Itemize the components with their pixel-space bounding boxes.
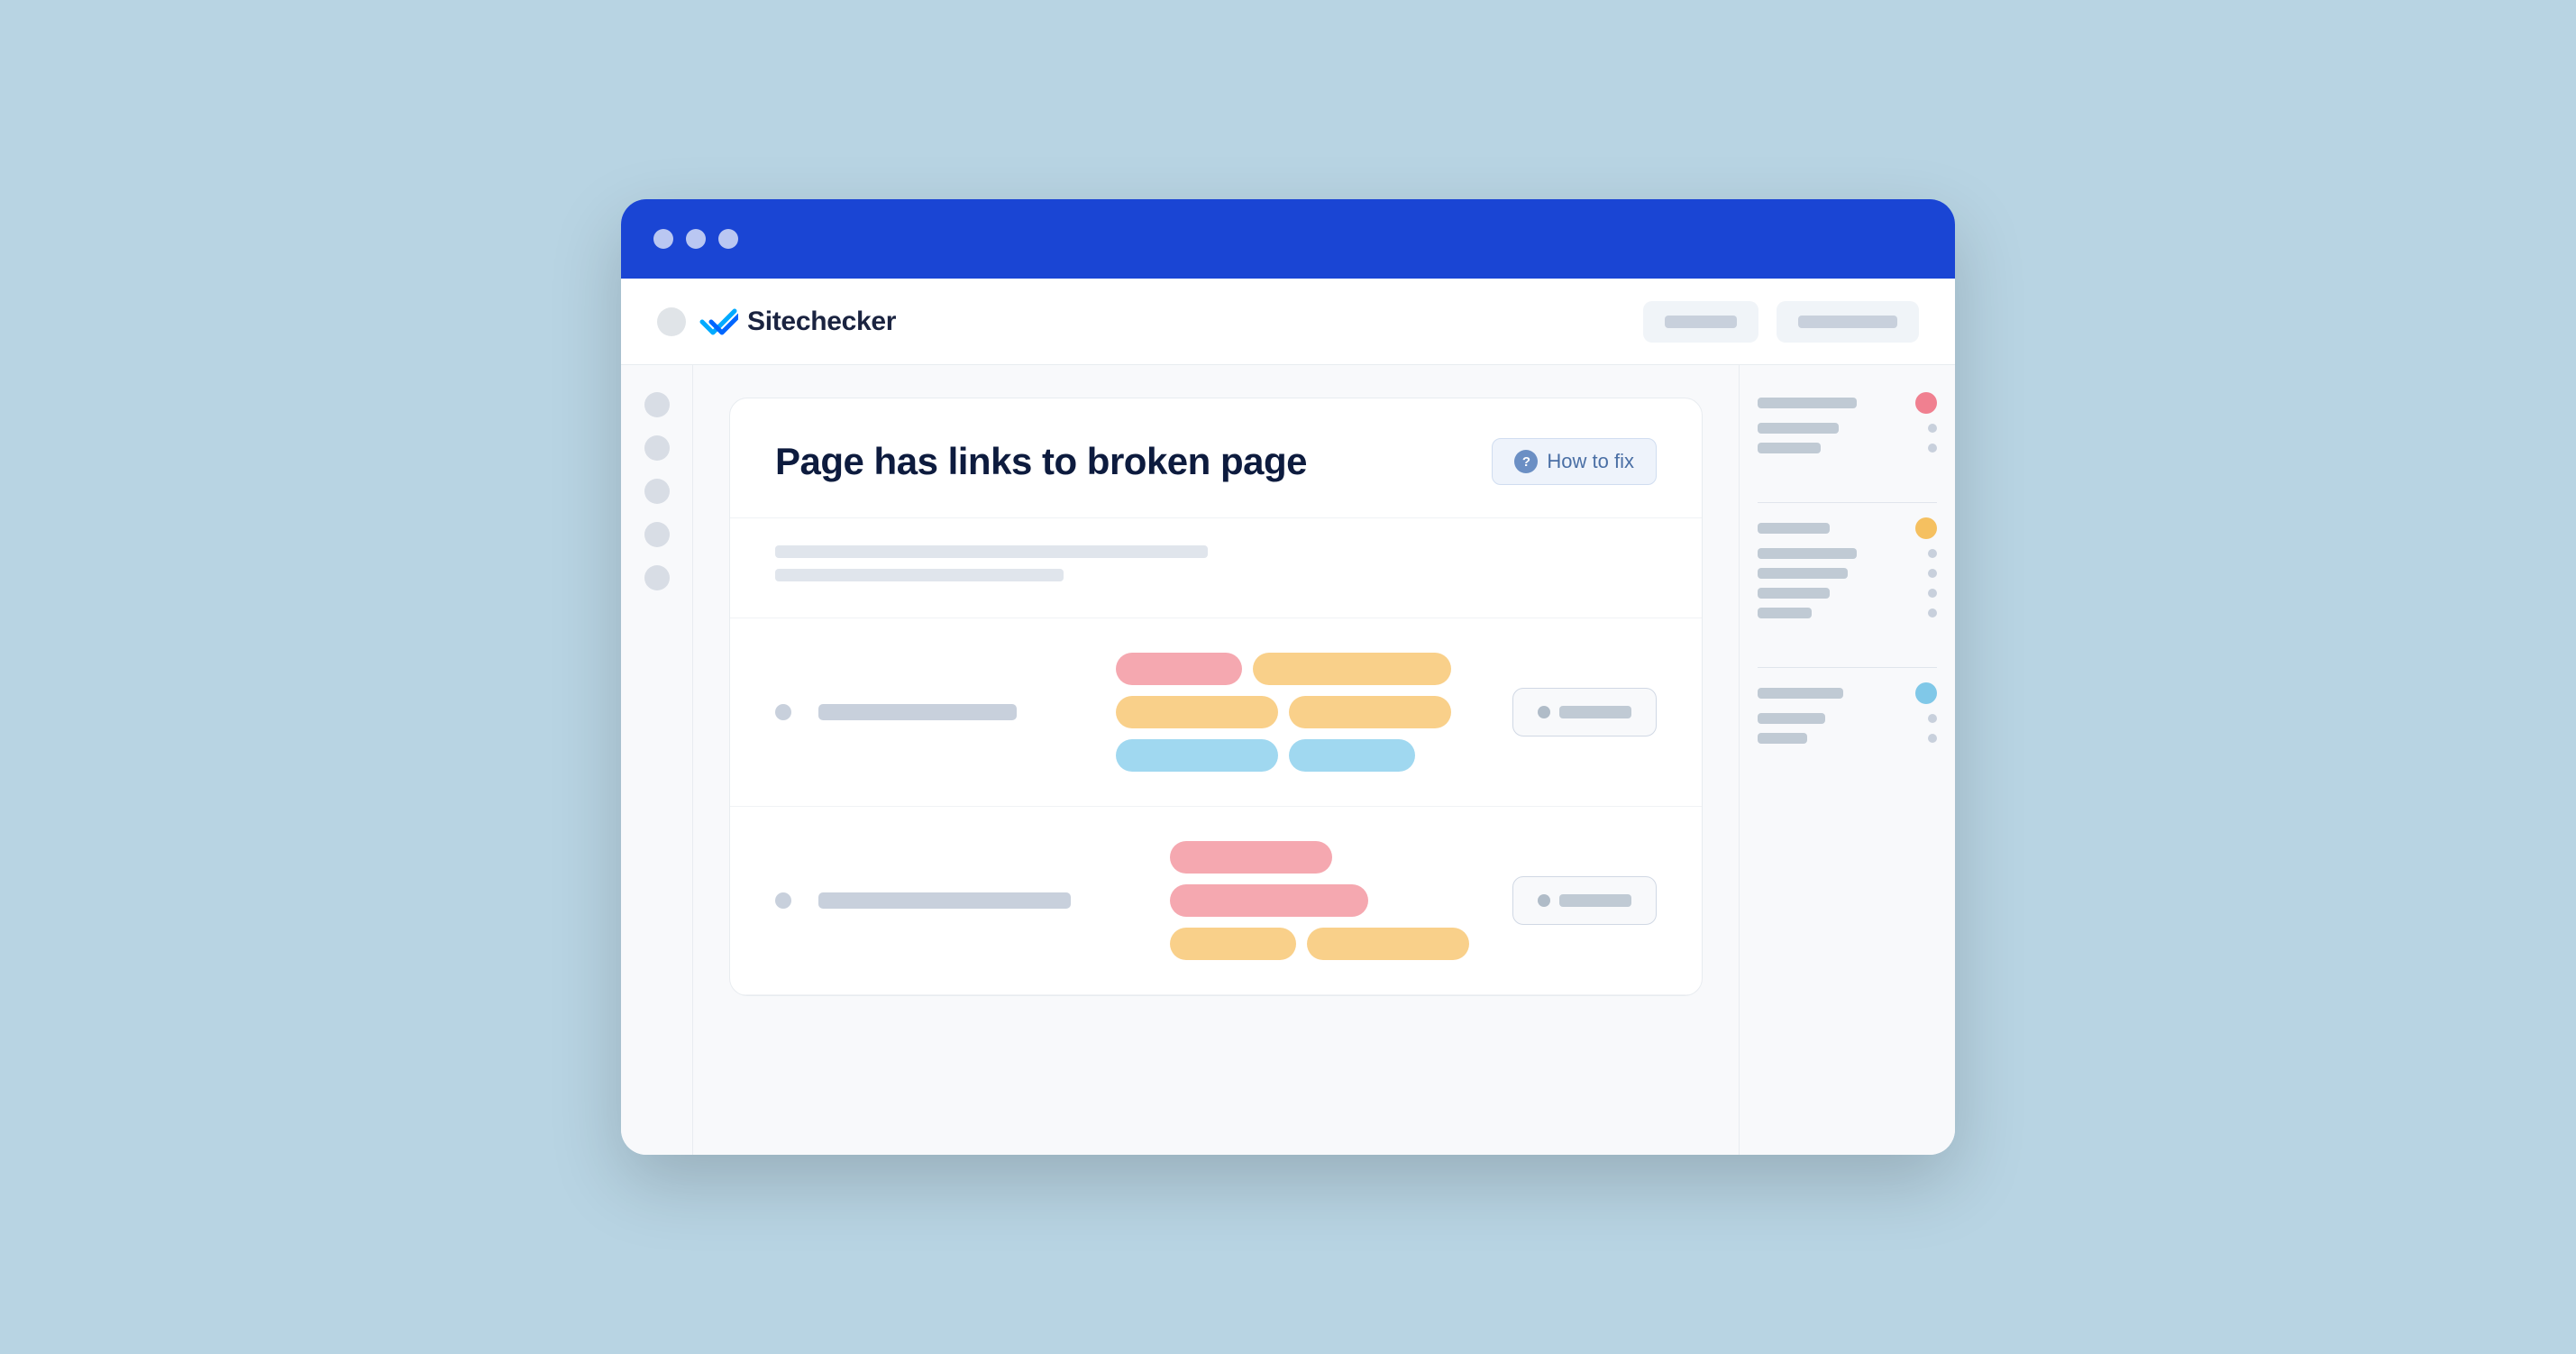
right-sidebar bbox=[1739, 365, 1955, 1155]
sidebar-dot-2-3 bbox=[1928, 569, 1937, 578]
logo-text: Sitechecker bbox=[747, 306, 896, 337]
sidebar-dot-3-3 bbox=[1928, 734, 1937, 743]
sidebar-divider-1 bbox=[1758, 502, 1937, 503]
left-sidebar bbox=[621, 365, 693, 1155]
sidebar-nav-item-4[interactable] bbox=[644, 522, 670, 547]
sidebar-row-1-3 bbox=[1758, 443, 1937, 453]
table-row-2 bbox=[730, 807, 1702, 995]
sidebar-row-2-4 bbox=[1758, 588, 1937, 599]
app-bar-btn2[interactable] bbox=[1777, 301, 1919, 343]
tag-orange-1 bbox=[1253, 653, 1451, 685]
sidebar-row-2-1 bbox=[1758, 517, 1937, 539]
checkmark-icon bbox=[699, 306, 738, 338]
sidebar-bar-3-1 bbox=[1758, 688, 1843, 699]
row-bullet-2 bbox=[775, 892, 791, 909]
btn1-bar bbox=[1665, 316, 1737, 328]
sidebar-badge-orange bbox=[1915, 517, 1937, 539]
sidebar-divider-2 bbox=[1758, 667, 1937, 668]
table-row bbox=[730, 618, 1702, 807]
sidebar-bar-3-2 bbox=[1758, 713, 1825, 724]
sidebar-dot-2-4 bbox=[1928, 589, 1937, 598]
content-area: Page has links to broken page ? How to f… bbox=[693, 365, 1739, 1155]
sidebar-bar-2-2 bbox=[1758, 548, 1857, 559]
sidebar-bar-2-3 bbox=[1758, 568, 1848, 579]
card-title: Page has links to broken page bbox=[775, 440, 1307, 483]
sidebar-bar-1-1 bbox=[1758, 398, 1857, 408]
tag-orange-2 bbox=[1116, 696, 1278, 728]
desc-bar-1 bbox=[775, 545, 1208, 558]
browser-window: Sitechecker Page has lin bbox=[621, 199, 1955, 1155]
tag-pink-3 bbox=[1170, 884, 1368, 917]
sidebar-row-3-2 bbox=[1758, 713, 1937, 724]
title-bar bbox=[621, 199, 1955, 279]
how-to-fix-label: How to fix bbox=[1547, 450, 1634, 473]
row-action-1[interactable] bbox=[1512, 688, 1657, 736]
row-action-dot-1 bbox=[1538, 706, 1550, 718]
main-layout: Page has links to broken page ? How to f… bbox=[621, 365, 1955, 1155]
how-to-fix-icon: ? bbox=[1514, 450, 1538, 473]
sidebar-dot-2-5 bbox=[1928, 608, 1937, 618]
sidebar-bar-2-5 bbox=[1758, 608, 1812, 618]
sidebar-badge-blue bbox=[1915, 682, 1937, 704]
sidebar-dot-1-2 bbox=[1928, 424, 1937, 433]
app-bar-btn1[interactable] bbox=[1643, 301, 1758, 343]
row-label-1 bbox=[818, 704, 1017, 720]
desc-bar-2 bbox=[775, 569, 1064, 581]
tag-pink-2 bbox=[1170, 841, 1332, 874]
sidebar-row-3-3 bbox=[1758, 733, 1937, 744]
sidebar-bar-2-4 bbox=[1758, 588, 1830, 599]
sidebar-nav-item-1[interactable] bbox=[644, 392, 670, 417]
tag-pink-1 bbox=[1116, 653, 1242, 685]
sidebar-bar-2-1 bbox=[1758, 523, 1830, 534]
tags-area-1 bbox=[1116, 653, 1485, 772]
tag-orange-4 bbox=[1170, 928, 1296, 960]
tags-area-2 bbox=[1170, 841, 1485, 960]
sidebar-row-2-5 bbox=[1758, 608, 1937, 618]
how-to-fix-button[interactable]: ? How to fix bbox=[1492, 438, 1657, 485]
app-bar: Sitechecker bbox=[621, 279, 1955, 365]
traffic-light-maximize[interactable] bbox=[718, 229, 738, 249]
sidebar-nav-item-5[interactable] bbox=[644, 565, 670, 590]
app-bar-actions bbox=[1643, 301, 1919, 343]
logo-circle bbox=[657, 307, 686, 336]
sidebar-section-3 bbox=[1758, 682, 1937, 753]
sidebar-row-1-1 bbox=[1758, 392, 1937, 414]
btn2-bar bbox=[1798, 316, 1897, 328]
logo-icon: Sitechecker bbox=[699, 306, 896, 338]
card-header: Page has links to broken page ? How to f… bbox=[730, 398, 1702, 518]
sidebar-section-2 bbox=[1758, 517, 1937, 627]
sidebar-row-2-2 bbox=[1758, 548, 1937, 559]
row-action-bar-2 bbox=[1559, 894, 1631, 907]
sidebar-bar-1-3 bbox=[1758, 443, 1821, 453]
row-bullet-1 bbox=[775, 704, 791, 720]
traffic-lights bbox=[653, 229, 738, 249]
traffic-light-minimize[interactable] bbox=[686, 229, 706, 249]
traffic-light-close[interactable] bbox=[653, 229, 673, 249]
sidebar-nav-item-2[interactable] bbox=[644, 435, 670, 461]
main-card: Page has links to broken page ? How to f… bbox=[729, 398, 1703, 996]
sidebar-nav-item-3[interactable] bbox=[644, 479, 670, 504]
sidebar-row-3-1 bbox=[1758, 682, 1937, 704]
row-label-2 bbox=[818, 892, 1071, 909]
sidebar-section-1 bbox=[1758, 392, 1937, 462]
sidebar-badge-red bbox=[1915, 392, 1937, 414]
row-action-2[interactable] bbox=[1512, 876, 1657, 925]
tag-blue-1 bbox=[1116, 739, 1278, 772]
tag-blue-2 bbox=[1289, 739, 1415, 772]
row-action-dot-2 bbox=[1538, 894, 1550, 907]
row-action-bar-1 bbox=[1559, 706, 1631, 718]
sidebar-dot-1-3 bbox=[1928, 444, 1937, 453]
logo-area: Sitechecker bbox=[657, 306, 896, 338]
sidebar-dot-3-2 bbox=[1928, 714, 1937, 723]
tag-orange-3 bbox=[1289, 696, 1451, 728]
sidebar-row-1-2 bbox=[1758, 423, 1937, 434]
sidebar-bar-3-3 bbox=[1758, 733, 1807, 744]
sidebar-bar-1-2 bbox=[1758, 423, 1839, 434]
sidebar-dot-2-2 bbox=[1928, 549, 1937, 558]
card-description bbox=[730, 518, 1702, 618]
tag-orange-5 bbox=[1307, 928, 1469, 960]
sidebar-row-2-3 bbox=[1758, 568, 1937, 579]
